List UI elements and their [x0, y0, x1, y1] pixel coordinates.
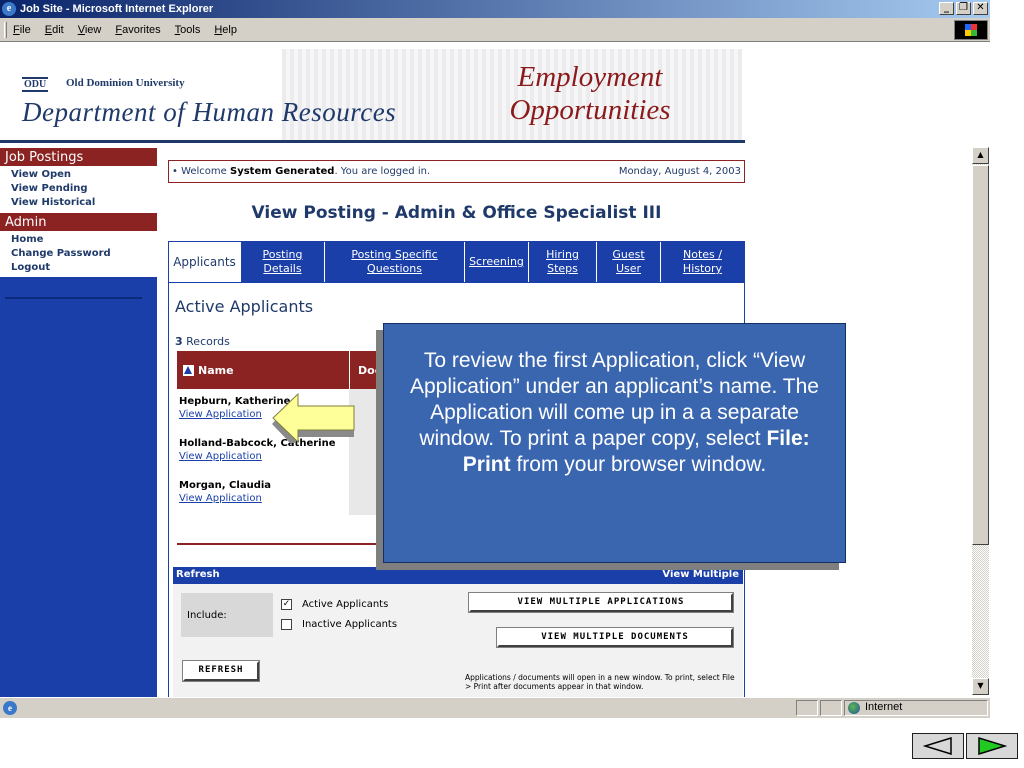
tab-guest-user[interactable]: Guest User	[597, 242, 661, 282]
view-application-link[interactable]: View Application	[179, 451, 349, 462]
sidebar-job-links: View Open View Pending View Historical	[0, 166, 157, 212]
tab-hiring-steps[interactable]: Hiring Steps	[529, 242, 597, 282]
view-multiple-bar: View Multiple	[459, 567, 743, 584]
menu-bar: File Edit View Favorites Tools Help	[0, 18, 990, 42]
odu-logo: ODU	[22, 77, 49, 92]
sidebar-heading-job-postings: Job Postings	[0, 147, 157, 166]
sidebar-item-logout[interactable]: Logout	[11, 261, 157, 275]
welcome-user: System Generated	[230, 166, 335, 177]
toolbar-grip[interactable]	[4, 21, 7, 38]
windows-logo-icon	[954, 20, 988, 40]
scroll-up-arrow-icon[interactable]: ▲	[972, 147, 989, 164]
close-button[interactable]: ✕	[973, 2, 988, 15]
scroll-thumb[interactable]	[972, 165, 989, 545]
active-applicants-heading: Active Applicants	[175, 297, 314, 316]
window-titlebar: e Job Site - Microsoft Internet Explorer…	[0, 0, 990, 18]
security-zone-label: Internet	[865, 701, 903, 713]
employment-line1: Employment	[517, 61, 663, 93]
menu-file[interactable]: File	[13, 24, 31, 36]
menu-edit[interactable]: Edit	[45, 24, 64, 36]
window-controls: _ ❐ ✕	[939, 2, 988, 15]
view-multiple-applications-button[interactable]: VIEW MULTIPLE APPLICATIONS	[468, 592, 734, 613]
column-name-header[interactable]: Name	[177, 351, 349, 389]
vertical-scrollbar[interactable]: ▲ ▼	[972, 147, 989, 695]
scroll-down-arrow-icon[interactable]: ▼	[972, 678, 989, 695]
employment-title: Employment Opportunities	[480, 61, 700, 127]
menu-favorites[interactable]: Favorites	[115, 24, 160, 36]
sidebar-item-view-open[interactable]: View Open	[11, 168, 157, 182]
welcome-date: Monday, August 4, 2003	[618, 166, 741, 177]
refresh-bar: Refresh	[173, 567, 459, 584]
ie-icon: e	[2, 2, 16, 16]
inactive-applicants-checkbox[interactable]	[281, 619, 292, 630]
sidebar-admin-links: Home Change Password Logout	[0, 231, 157, 277]
instruction-callout: To review the first Application, click “…	[383, 323, 846, 563]
view-multiple-note: Applications / documents will open in a …	[465, 673, 735, 691]
next-slide-button[interactable]	[966, 733, 1018, 759]
view-multiple-documents-button[interactable]: VIEW MULTIPLE DOCUMENTS	[496, 627, 734, 648]
status-bar: e Internet	[0, 697, 990, 718]
sidebar-item-home[interactable]: Home	[11, 233, 157, 247]
triangle-right-icon	[978, 737, 1007, 755]
inactive-applicants-option: Inactive Applicants	[281, 619, 397, 630]
active-applicants-label: Active Applicants	[302, 599, 389, 610]
page-title: View Posting - Admin & Office Specialist…	[251, 203, 662, 223]
sidebar-heading-admin: Admin	[0, 212, 157, 231]
welcome-message: • Welcome System Generated. You are logg…	[172, 166, 431, 177]
tab-posting-details[interactable]: Posting Details	[241, 242, 325, 282]
active-applicants-option: ✓ Active Applicants	[281, 599, 388, 610]
include-label: Include:	[181, 593, 273, 637]
sidebar-divider	[5, 297, 142, 299]
menu-view[interactable]: View	[78, 24, 102, 36]
active-applicants-checkbox[interactable]: ✓	[281, 599, 292, 610]
window-title: Job Site - Microsoft Internet Explorer	[20, 3, 214, 15]
university-name: Old Dominion University	[66, 77, 185, 89]
menu-tools[interactable]: Tools	[175, 24, 201, 36]
header-rule	[0, 140, 745, 143]
posting-tabs: Applicants Posting Details Posting Specif…	[168, 241, 745, 283]
welcome-bar: • Welcome System Generated. You are logg…	[168, 160, 745, 183]
inactive-applicants-label: Inactive Applicants	[302, 619, 398, 630]
employment-line2: Opportunities	[509, 94, 671, 126]
sidebar-item-change-password[interactable]: Change Password	[11, 247, 157, 261]
sidebar-item-view-pending[interactable]: View Pending	[11, 182, 157, 196]
applicant-name: Morgan, Claudia	[179, 480, 272, 491]
triangle-left-icon	[923, 737, 952, 755]
refresh-button[interactable]: REFRESH	[182, 660, 260, 682]
restore-button[interactable]: ❐	[956, 2, 971, 15]
tab-posting-specific-questions[interactable]: Posting Specific Questions	[325, 242, 465, 282]
status-cell	[796, 700, 818, 716]
sidebar: Job Postings View Open View Pending View…	[0, 147, 157, 697]
previous-slide-button[interactable]	[912, 733, 964, 759]
slide-stage: e Job Site - Microsoft Internet Explorer…	[0, 0, 1024, 768]
menu-help[interactable]: Help	[214, 24, 237, 36]
tab-notes-history[interactable]: Notes / History	[661, 242, 744, 282]
tab-screening[interactable]: Screening	[465, 242, 529, 282]
sidebar-item-view-historical[interactable]: View Historical	[11, 196, 157, 210]
minimize-button[interactable]: _	[939, 2, 954, 15]
status-cell	[820, 700, 842, 716]
page-status-icon: e	[3, 701, 17, 715]
view-multiple-panel: View Multiple VIEW MULTIPLE APPLICATIONS…	[459, 567, 743, 697]
refresh-panel: Refresh Include: ✓ Active Applicants Ina…	[173, 567, 459, 697]
pointer-arrow-icon	[272, 393, 355, 443]
header-banner: ODU Old Dominion University Department o…	[0, 43, 745, 143]
globe-icon	[848, 702, 860, 714]
view-application-link[interactable]: View Application	[179, 493, 349, 504]
department-title: Department of Human Resources	[22, 97, 397, 127]
applicant-cell: Morgan, Claudia View Application	[177, 473, 349, 515]
tab-applicants[interactable]: Applicants	[169, 242, 241, 282]
record-count: 3 Records	[175, 335, 230, 348]
sort-ascending-icon[interactable]	[183, 364, 194, 376]
